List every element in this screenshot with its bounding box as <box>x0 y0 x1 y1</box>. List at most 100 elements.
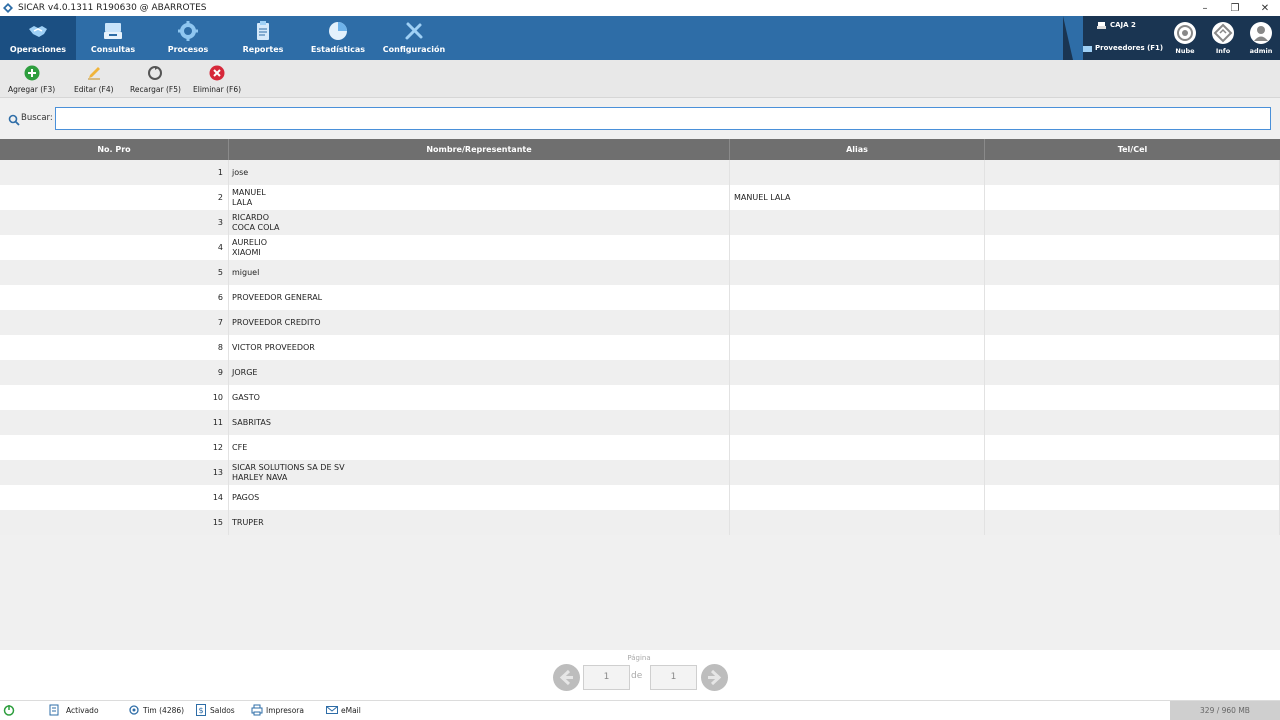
cell-no-pro: 4 <box>0 235 229 260</box>
status-activado[interactable]: Activado <box>48 704 99 716</box>
info-label: Info <box>1215 47 1231 55</box>
supplier-representative: HARLEY NAVA <box>232 472 288 482</box>
table-row[interactable]: 9 JORGE <box>0 360 1280 385</box>
reload-button[interactable]: Recargar (F5) <box>130 64 181 94</box>
cell-alias <box>730 210 985 235</box>
power-button[interactable] <box>3 704 15 716</box>
cell-tel <box>985 260 1280 285</box>
cell-nombre: miguel <box>229 260 730 285</box>
printer-icon <box>251 704 263 716</box>
delete-circle-icon <box>209 65 225 81</box>
nav-consultas-label: Consultas <box>90 45 136 54</box>
cell-tel <box>985 510 1280 535</box>
cell-tel <box>985 460 1280 485</box>
supplier-name: GASTO <box>232 392 260 402</box>
cell-no-pro: 6 <box>0 285 229 310</box>
caja-label: CAJA 2 <box>1110 21 1136 29</box>
clipboard-icon <box>257 21 269 40</box>
cell-tel <box>985 410 1280 435</box>
nav-operaciones[interactable]: Operaciones <box>0 16 76 60</box>
cell-alias <box>730 260 985 285</box>
cell-no-pro: 2 <box>0 185 229 210</box>
table-row[interactable]: 15 TRUPER <box>0 510 1280 535</box>
suppliers-table: 1 jose 2 MANUEL LALA MANUEL LALA 3 RICARDO COCA … <box>0 160 1280 535</box>
cell-alias <box>730 235 985 260</box>
column-header-tel[interactable]: Tel/Cel <box>985 139 1280 160</box>
supplier-name: PROVEEDOR CREDITO <box>232 317 321 327</box>
status-saldos[interactable]: $ Saldos <box>195 704 235 716</box>
cell-no-pro: 5 <box>0 260 229 285</box>
column-header-no-pro[interactable]: No. Pro <box>0 139 229 160</box>
register-small-icon <box>1097 22 1106 29</box>
nav-divider-notch <box>1063 16 1083 60</box>
cell-alias <box>730 285 985 310</box>
cell-no-pro: 7 <box>0 310 229 335</box>
table-row[interactable]: 8 VICTOR PROVEEDOR <box>0 335 1280 360</box>
cell-nombre: PAGOS <box>229 485 730 510</box>
cell-alias <box>730 335 985 360</box>
status-email[interactable]: eMail <box>326 704 361 716</box>
table-row[interactable]: 6 PROVEEDOR GENERAL <box>0 285 1280 310</box>
nav-reportes-label: Reportes <box>242 45 284 54</box>
cell-nombre: SABRITAS <box>229 410 730 435</box>
table-row[interactable]: 13 SICAR SOLUTIONS SA DE SV HARLEY NAVA <box>0 460 1280 485</box>
table-row[interactable]: 1 jose <box>0 160 1280 185</box>
cell-alias <box>730 435 985 460</box>
admin-label: admin <box>1249 47 1273 55</box>
edit-button[interactable]: Editar (F4) <box>74 64 114 94</box>
column-header-nombre[interactable]: Nombre/Representante <box>229 139 730 160</box>
minimize-icon[interactable]: – <box>1190 3 1220 14</box>
supplier-name: PAGOS <box>232 492 260 502</box>
add-label: Agregar (F3) <box>8 85 56 94</box>
info-button[interactable] <box>1212 22 1234 44</box>
nav-estadisticas[interactable]: Estadísticas <box>300 16 376 60</box>
total-pages: 1 <box>650 665 697 690</box>
status-timbres[interactable]: Tim (4286) <box>128 704 184 716</box>
close-icon[interactable]: ✕ <box>1250 3 1280 14</box>
table-row[interactable]: 12 CFE <box>0 435 1280 460</box>
cell-alias <box>730 460 985 485</box>
cell-nombre: PROVEEDOR GENERAL <box>229 285 730 310</box>
add-button[interactable]: Agregar (F3) <box>8 64 55 94</box>
memory-indicator: 329 / 960 MB <box>1170 701 1280 720</box>
table-row[interactable]: 7 PROVEEDOR CREDITO <box>0 310 1280 335</box>
nube-button[interactable] <box>1174 22 1196 44</box>
app-logo-icon <box>3 3 13 13</box>
dollar-icon: $ <box>196 704 206 716</box>
reload-label: Recargar (F5) <box>130 85 181 94</box>
table-row[interactable]: 10 GASTO <box>0 385 1280 410</box>
status-timbres-label: Tim (4286) <box>143 705 185 715</box>
nav-configuracion[interactable]: Configuración <box>376 16 452 60</box>
table-row[interactable]: 14 PAGOS <box>0 485 1280 510</box>
table-row[interactable]: 4 AURELIO XIAOMI <box>0 235 1280 260</box>
cloud-icon <box>1177 25 1193 41</box>
plus-circle-icon <box>24 65 40 81</box>
svg-text:$: $ <box>198 706 203 715</box>
nav-reportes[interactable]: Reportes <box>225 16 301 60</box>
status-impresora[interactable]: Impresora <box>251 704 304 716</box>
cell-nombre: jose <box>229 160 730 185</box>
supplier-name: JORGE <box>232 367 258 377</box>
admin-button[interactable] <box>1250 22 1272 44</box>
supplier-small-icon <box>1083 46 1092 52</box>
restore-icon[interactable]: ❐ <box>1220 3 1250 14</box>
table-row[interactable]: 11 SABRITAS <box>0 410 1280 435</box>
nav-procesos[interactable]: Procesos <box>150 16 226 60</box>
delete-button[interactable]: Eliminar (F6) <box>193 64 241 94</box>
prev-page-button[interactable] <box>553 664 580 691</box>
cell-alias <box>730 160 985 185</box>
handshake-icon <box>29 26 47 37</box>
nav-consultas[interactable]: Consultas <box>75 16 151 60</box>
page-input[interactable]: 1 <box>583 665 630 690</box>
nav-estadisticas-label: Estadísticas <box>310 45 366 54</box>
search-input[interactable] <box>55 107 1271 130</box>
next-page-button[interactable] <box>701 664 728 691</box>
table-row[interactable]: 5 miguel <box>0 260 1280 285</box>
status-saldos-label: Saldos <box>210 705 235 715</box>
table-row[interactable]: 3 RICARDO COCA COLA <box>0 210 1280 235</box>
cell-alias: MANUEL LALA <box>730 185 985 210</box>
status-impresora-label: Impresora <box>266 705 304 715</box>
table-row[interactable]: 2 MANUEL LALA MANUEL LALA <box>0 185 1280 210</box>
section-label[interactable]: Proveedores (F1) <box>1095 44 1163 52</box>
column-header-alias[interactable]: Alias <box>730 139 985 160</box>
